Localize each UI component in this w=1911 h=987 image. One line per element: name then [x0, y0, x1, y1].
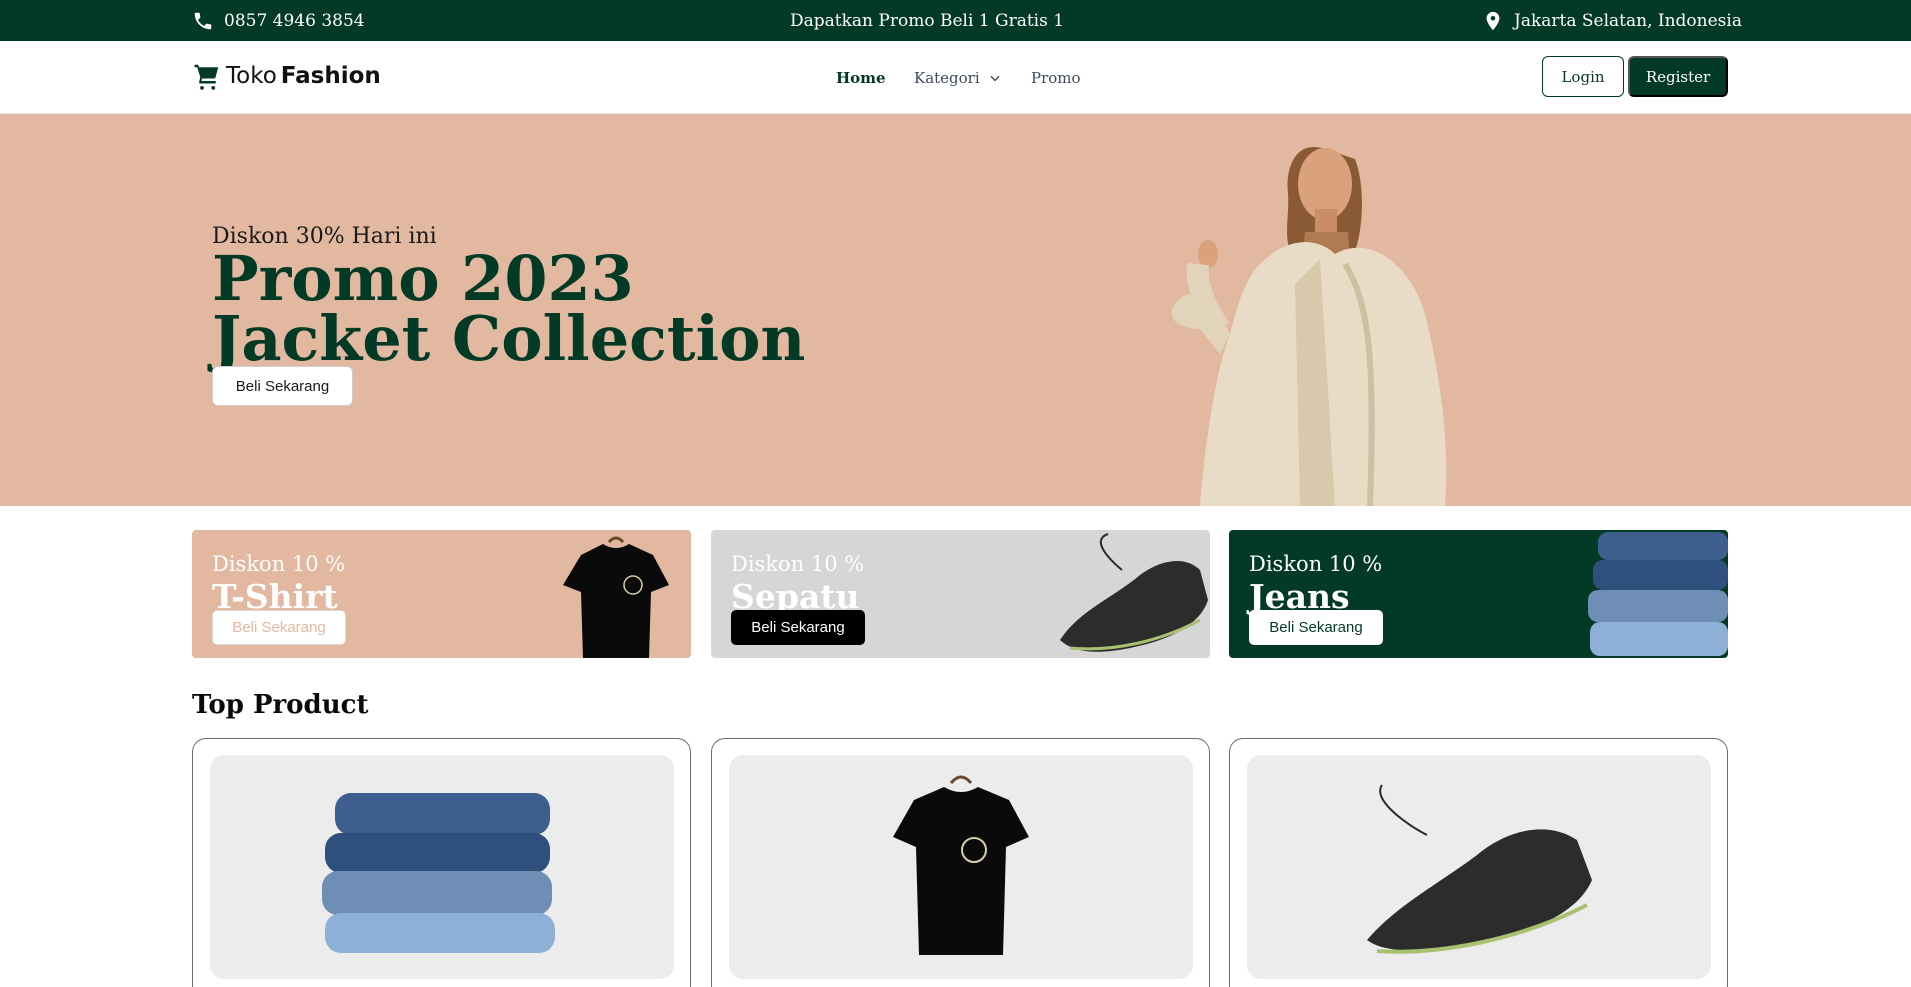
nav-item-home[interactable]: Home: [836, 41, 886, 114]
black-tshirt-image: [893, 775, 1029, 955]
promo-discount-label: Diskon 10 %: [212, 552, 346, 576]
top-bar: 0857 4946 3854 Dapatkan Promo Beli 1 Gra…: [0, 0, 1911, 41]
hero-buy-button[interactable]: Beli Sekarang: [212, 366, 353, 406]
hero-model-image: [1171, 147, 1447, 506]
location-text: Jakarta Selatan, Indonesia: [1514, 10, 1742, 31]
nav-promo-label: Promo: [1031, 68, 1081, 87]
black-sneaker-image: [1367, 784, 1592, 954]
promo-discount-label: Diskon 10 %: [1249, 552, 1383, 576]
location-info: Jakarta Selatan, Indonesia: [1482, 0, 1742, 41]
logo-text-light: Toko: [226, 63, 277, 89]
nav-item-kategori[interactable]: Kategori: [914, 41, 1002, 114]
product-card-jeans[interactable]: [192, 738, 691, 987]
phone-number: 0857 4946 3854: [224, 10, 365, 31]
promo-buy-button[interactable]: Beli Sekarang: [731, 610, 865, 645]
login-button[interactable]: Login: [1542, 56, 1624, 97]
promo-card-sepatu[interactable]: Diskon 10 % Sepatu Beli Sekarang: [711, 530, 1210, 658]
product-image-jeans: [210, 755, 674, 979]
nav-home-label: Home: [836, 68, 886, 87]
hero-title-line2: Jacket Collection: [212, 302, 806, 375]
promo-announcement: Dapatkan Promo Beli 1 Gratis 1: [790, 10, 1065, 31]
main-navbar: Toko Fashion Home Kategori Promo Login Re…: [0, 41, 1911, 114]
promo-card-tshirt[interactable]: Diskon 10 % T-Shirt Beli Sekarang: [192, 530, 691, 658]
product-image-tshirt: [729, 755, 1193, 979]
tshirt-image: [563, 536, 669, 658]
promo-card-jeans[interactable]: Diskon 10 % Jeans Beli Sekarang: [1229, 530, 1728, 658]
hero-title-line1: Promo 2023: [212, 242, 634, 315]
phone-icon: [194, 12, 212, 29]
nav-kategori-label: Kategori: [914, 68, 980, 87]
sneaker-image: [1060, 533, 1208, 652]
product-card-tshirt[interactable]: [711, 738, 1210, 987]
cart-icon: [194, 64, 219, 90]
product-card-sepatu[interactable]: [1229, 738, 1728, 987]
promo-buy-button[interactable]: Beli Sekarang: [212, 610, 346, 645]
promo-discount-label: Diskon 10 %: [731, 552, 865, 576]
phone-info: 0857 4946 3854: [192, 0, 365, 41]
nav-item-promo[interactable]: Promo: [1031, 41, 1081, 114]
chevron-down-icon: [990, 75, 1000, 81]
promo-buy-button[interactable]: Beli Sekarang: [1249, 610, 1383, 645]
register-button[interactable]: Register: [1628, 56, 1728, 97]
jeans-image: [1588, 532, 1728, 656]
folded-jeans-image: [322, 793, 555, 953]
logo[interactable]: Toko Fashion: [192, 61, 381, 91]
location-pin-icon: [1486, 11, 1500, 30]
logo-text-bold: Fashion: [280, 63, 381, 89]
product-image-sepatu: [1247, 755, 1711, 979]
hero-title: Promo 2023 Jacket Collection: [212, 242, 806, 375]
top-product-title: Top Product: [192, 690, 369, 720]
hero-banner: Diskon 30% Hari ini Promo 2023 Jacket Co…: [0, 114, 1911, 506]
